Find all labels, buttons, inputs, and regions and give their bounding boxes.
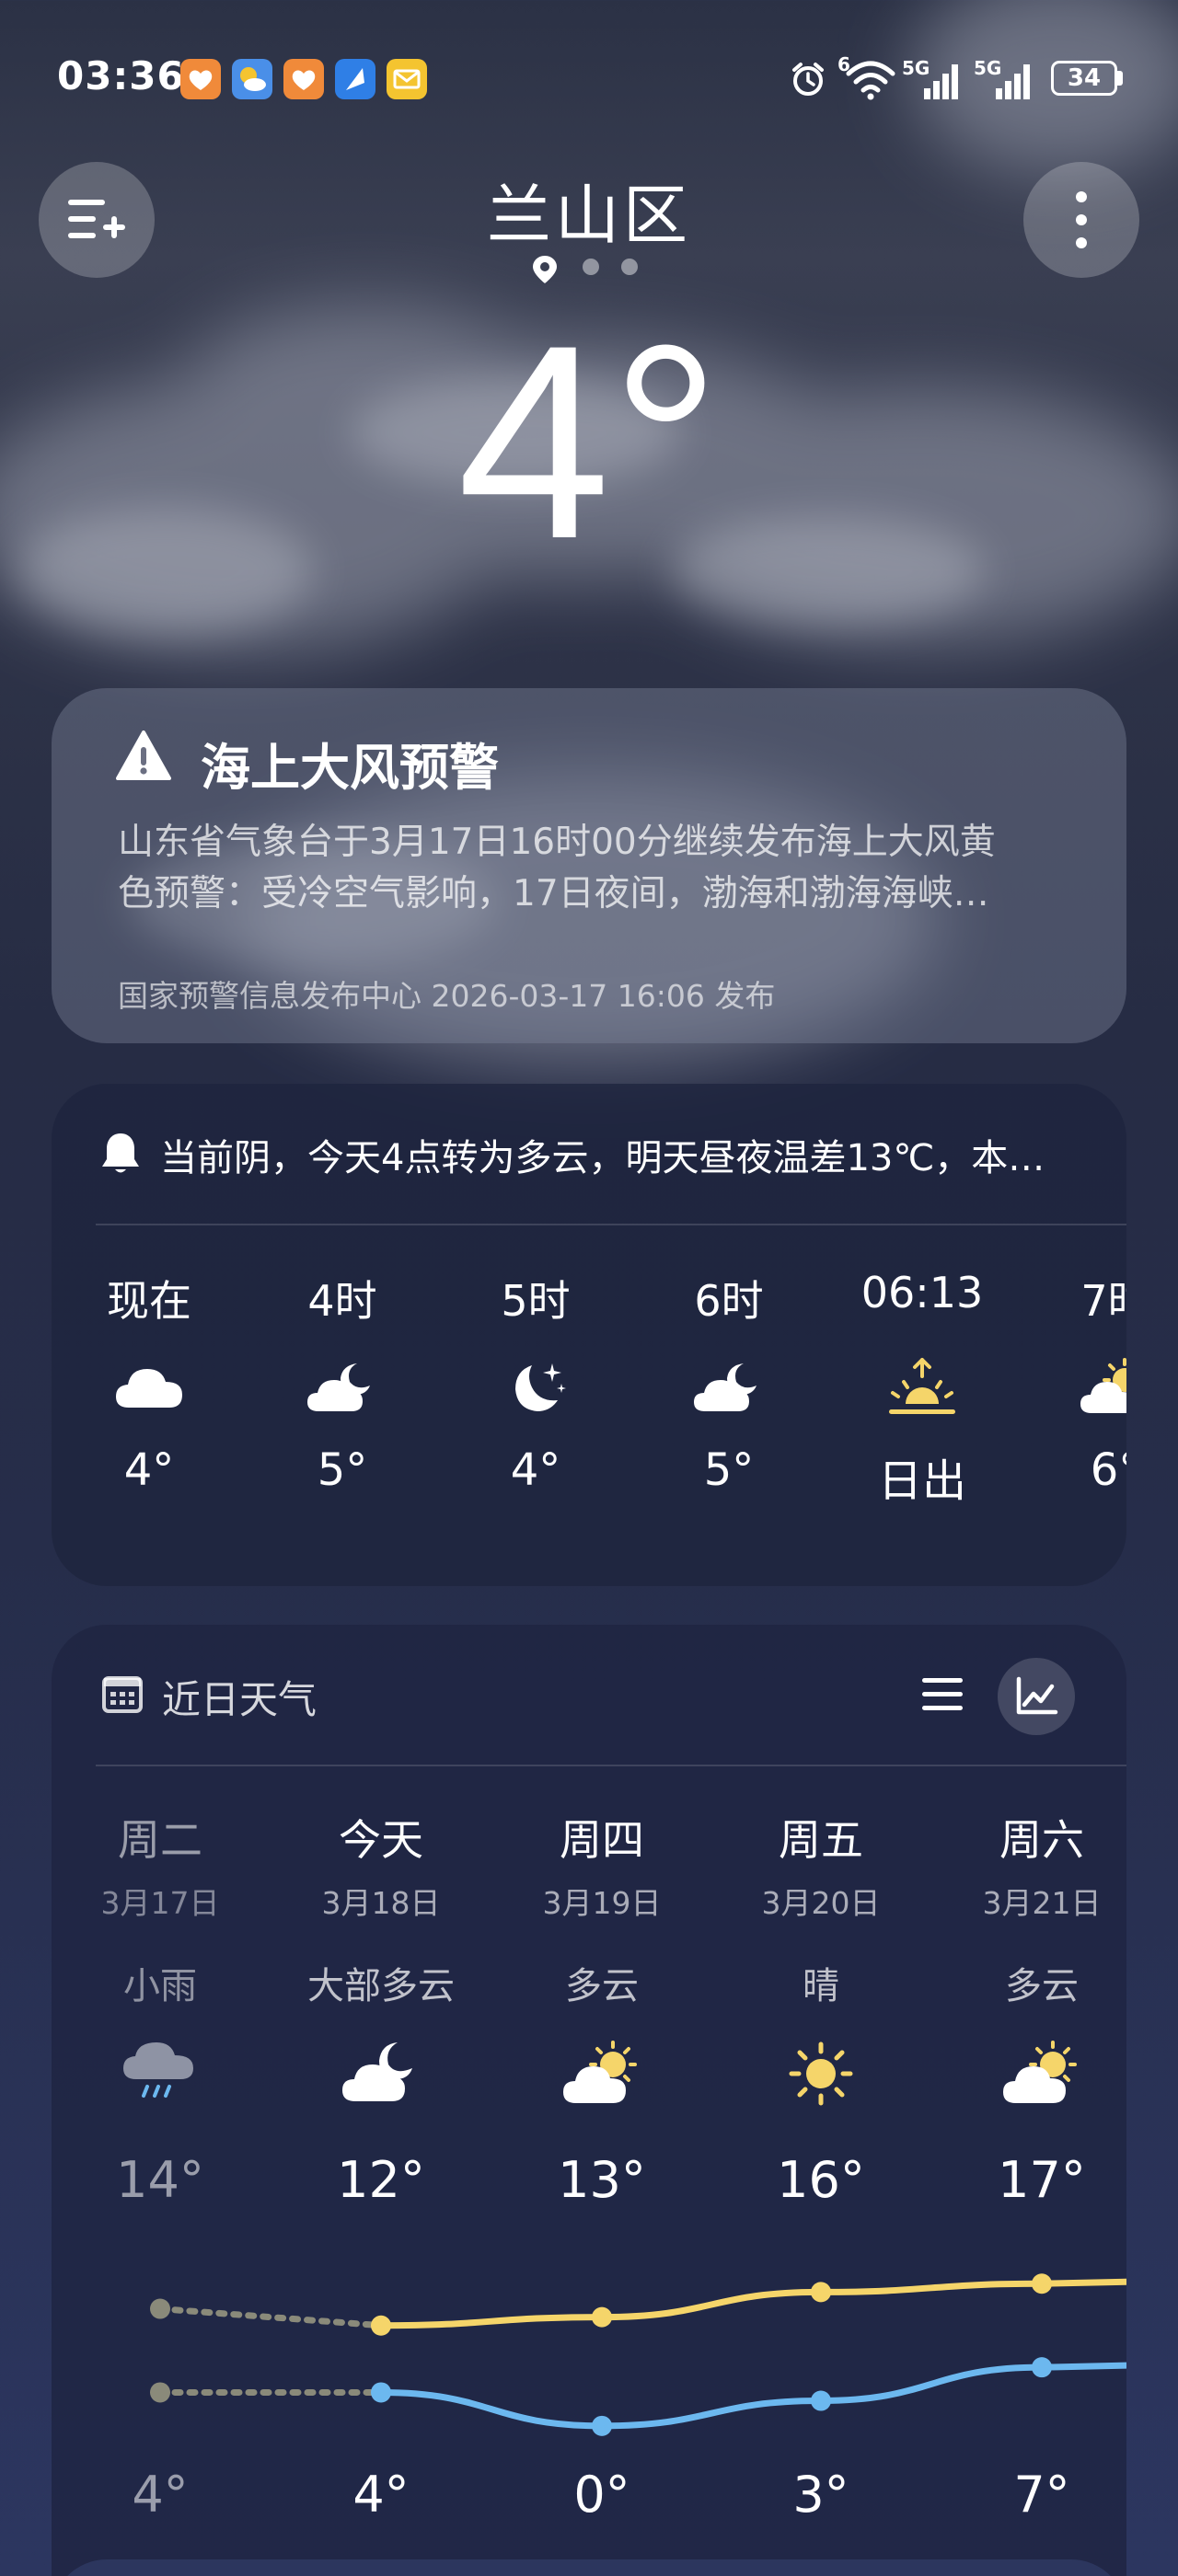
low-temp-line xyxy=(377,2362,1126,2430)
signal-strength-icon-1 xyxy=(924,64,958,99)
manage-cities-button[interactable] xyxy=(39,162,155,278)
cloudy-night-icon xyxy=(694,1363,756,1411)
list-add-icon xyxy=(68,200,125,238)
day-low-temp: 0° xyxy=(573,2466,630,2524)
hour-label: 7时 xyxy=(1080,1276,1126,1326)
current-temperature: 4° xyxy=(456,287,722,596)
hour-label: 4时 xyxy=(307,1276,377,1326)
partly-sunny-icon xyxy=(1080,1358,1126,1413)
app-notification-mail-icon xyxy=(387,59,427,99)
hour-temp: 5° xyxy=(317,1444,368,1496)
temperature-trend-chart xyxy=(150,2273,1126,2436)
day-name: 周二 xyxy=(118,1815,202,1865)
high-temp-line xyxy=(377,2278,1126,2329)
battery-tip xyxy=(1117,71,1123,86)
day-name: 周六 xyxy=(999,1815,1084,1865)
hourly-divider xyxy=(96,1224,1126,1225)
hour-temp: 4° xyxy=(123,1444,175,1496)
day-name: 今天 xyxy=(339,1815,423,1865)
day-date: 3月19日 xyxy=(542,1885,662,1921)
hour-label: 现在 xyxy=(107,1276,191,1326)
hour-temp: 5° xyxy=(703,1444,755,1496)
high-temp-point xyxy=(592,2306,612,2328)
day-low-temp: 4° xyxy=(132,2466,189,2524)
wifi-icon xyxy=(846,61,895,100)
app-notification-heart-icon-2 xyxy=(283,59,324,99)
day-date: 3月18日 xyxy=(321,1885,441,1921)
list-view-toggle-icon[interactable] xyxy=(917,1671,968,1719)
low-temp-point xyxy=(1032,2357,1052,2378)
signal-strength-icon-2 xyxy=(996,64,1030,99)
sun-icon xyxy=(789,2041,853,2106)
hour-temp: 日出 xyxy=(877,1455,966,1507)
more-options-button[interactable] xyxy=(1023,162,1139,278)
bell-icon xyxy=(102,1133,139,1173)
day-high-temp: 17° xyxy=(998,2151,1086,2209)
day-high-temp: 14° xyxy=(116,2151,204,2209)
warning-icon xyxy=(116,730,171,780)
alert-body-line-2: 色预警：受冷空气影响，17日夜间，渤海和渤海海峡… xyxy=(118,873,989,914)
battery-indicator: 34 xyxy=(1051,61,1117,96)
hour-label: 5时 xyxy=(501,1276,571,1326)
daily-divider xyxy=(96,1765,1126,1766)
day-low-temp: 3° xyxy=(792,2466,849,2524)
hour-temp: 6° xyxy=(1090,1444,1126,1496)
cloud-icon xyxy=(116,1369,182,1408)
day-condition: 多云 xyxy=(1005,1965,1079,2007)
alert-body: 山东省气象台于3月17日16时00分继续发布海上大风黄 色预警：受冷空气影响，1… xyxy=(118,817,1057,920)
day-date: 3月20日 xyxy=(761,1885,881,1921)
city-name: 兰山区 xyxy=(487,178,691,253)
day-condition: 小雨 xyxy=(123,1965,197,2007)
more-vertical-icon xyxy=(1076,191,1087,248)
day-date: 3月17日 xyxy=(100,1885,220,1921)
line-chart-icon xyxy=(1016,1676,1058,1715)
day-low-temp: 7° xyxy=(1013,2466,1070,2524)
low-temp-point xyxy=(811,2390,831,2411)
alert-body-line-1: 山东省气象台于3月17日16时00分继续发布海上大风黄 xyxy=(118,822,996,863)
sunrise-icon xyxy=(889,1358,955,1414)
clear-night-icon xyxy=(515,1363,566,1411)
day-high-temp: 13° xyxy=(558,2151,646,2209)
low-temp-point xyxy=(592,2415,612,2436)
low-temp-point xyxy=(371,2382,391,2403)
day-high-temp: 16° xyxy=(777,2151,865,2209)
high-temp-point xyxy=(1032,2273,1052,2294)
alert-source: 国家预警信息发布中心 2026-03-17 16:06 发布 xyxy=(118,978,776,1014)
day-low-temp: 4° xyxy=(352,2466,410,2524)
day-condition: 晴 xyxy=(803,1965,839,2007)
app-notification-feather-icon xyxy=(335,59,375,99)
high-temp-past-segment xyxy=(156,2306,385,2329)
light-rain-icon xyxy=(123,2042,193,2098)
cloudy-night-icon xyxy=(342,2042,412,2101)
hourly-scroll-row[interactable]: 现在 4° 4时 5° 5时 4° 6时 5° 06:13 日出 7 6 xyxy=(52,1268,1126,1562)
day-name: 周五 xyxy=(779,1815,863,1865)
partly-sunny-icon xyxy=(1003,2041,1077,2103)
weather-summary[interactable]: 当前阴，今天4点转为多云，明天昼夜温差13℃，本… xyxy=(160,1128,1080,1181)
app-notification-weather-icon xyxy=(232,59,272,99)
cloudy-night-icon xyxy=(307,1363,370,1411)
day-date: 3月21日 xyxy=(982,1885,1102,1921)
daily-title: 近日天气 xyxy=(162,1677,318,1722)
status-time: 03:36 xyxy=(57,53,185,98)
app-notification-heart-icon xyxy=(180,59,221,99)
day-name: 周四 xyxy=(560,1815,644,1865)
chart-view-toggle-button[interactable] xyxy=(998,1658,1075,1735)
day-condition: 多云 xyxy=(565,1965,639,2007)
low-temp-point xyxy=(150,2382,170,2403)
day-condition: 大部多云 xyxy=(307,1965,455,2007)
hour-temp: 4° xyxy=(510,1444,561,1496)
high-temp-point xyxy=(150,2298,170,2319)
high-temp-point xyxy=(811,2282,831,2303)
next-card-peek xyxy=(52,2559,1126,2576)
alarm-icon xyxy=(792,63,824,96)
partly-sunny-icon xyxy=(563,2041,637,2103)
hour-label: 6时 xyxy=(694,1276,764,1326)
high-temp-point xyxy=(371,2315,391,2336)
hour-label: 06:13 xyxy=(860,1268,984,1317)
page-indicator[interactable] xyxy=(528,252,652,285)
alert-title: 海上大风预警 xyxy=(201,739,499,797)
calendar-icon xyxy=(102,1676,143,1713)
day-high-temp: 12° xyxy=(337,2151,425,2209)
